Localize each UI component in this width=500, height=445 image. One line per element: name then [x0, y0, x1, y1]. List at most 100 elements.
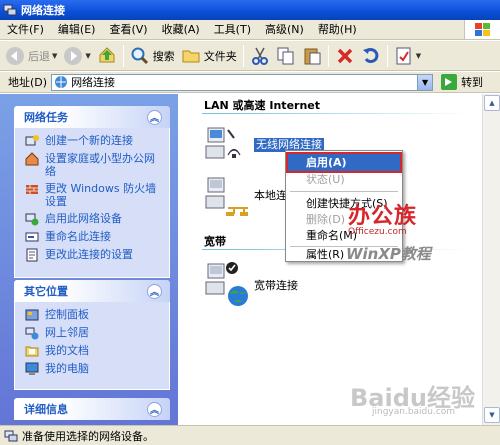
- place-control-panel[interactable]: 控制面板: [25, 308, 165, 322]
- forward-button[interactable]: ▼: [60, 43, 93, 69]
- views-icon: [396, 47, 411, 64]
- broadband-connection-item[interactable]: [204, 260, 252, 311]
- ctx-enable[interactable]: 启用(A): [286, 152, 402, 173]
- broadband-group-header: 宽带: [204, 235, 226, 248]
- other-places-list: 控制面板 网上邻居 我的文档 我的电脑: [14, 302, 170, 390]
- address-label: 地址(D): [8, 76, 48, 89]
- local-connection-label[interactable]: 本地连: [254, 187, 287, 203]
- home-network-icon: [25, 152, 39, 166]
- network-tasks-list: 创建一个新的连接 设置家庭或小型办公网络 更改 Windows 防火墙设置 启用…: [14, 128, 170, 278]
- task-firewall-settings[interactable]: 更改 Windows 防火墙设置: [25, 182, 165, 208]
- place-control-panel-label: 控制面板: [45, 308, 89, 321]
- go-button[interactable]: 转到: [441, 74, 483, 90]
- search-button[interactable]: 搜索: [127, 43, 178, 69]
- search-icon: [131, 47, 148, 64]
- wireless-network-icon: [205, 127, 241, 159]
- task-home-network[interactable]: 设置家庭或小型办公网络: [25, 152, 165, 178]
- copy-icon: [277, 47, 294, 64]
- other-places-title: 其它位置: [24, 285, 68, 298]
- menu-advanced[interactable]: 高级(N): [258, 20, 311, 40]
- undo-button[interactable]: [358, 43, 384, 69]
- xp-tutorial-watermark: WinXP教程: [346, 245, 431, 263]
- back-arrow-icon: [6, 46, 24, 65]
- go-arrow-icon: [441, 74, 458, 90]
- menu-view[interactable]: 查看(V): [102, 20, 154, 40]
- task-firewall-settings-label: 更改 Windows 防火墙设置: [45, 182, 157, 208]
- collapse-chevron-icon[interactable]: ︽: [147, 401, 162, 417]
- task-rename-connection-label: 重命名此连接: [45, 230, 111, 243]
- network-tasks-title: 网络任务: [24, 111, 68, 124]
- toolbar-separator: [386, 44, 388, 67]
- collapse-chevron-icon[interactable]: ︽: [147, 283, 162, 299]
- scroll-up-button[interactable]: ▲: [484, 95, 500, 111]
- delete-x-icon: [337, 48, 353, 63]
- chevron-down-icon: ▼: [415, 51, 422, 60]
- details-panel: 详细信息 ︽: [14, 398, 170, 420]
- wireless-connection-item[interactable]: [204, 124, 252, 167]
- toolbar-separator: [122, 44, 124, 67]
- copy-button[interactable]: [273, 43, 299, 69]
- address-bar: 地址(D) 网络连接 ▼ 转到: [0, 72, 500, 93]
- baidu-watermark-url: jingyan.baidu.com: [372, 407, 456, 417]
- up-arrow-icon: [99, 46, 115, 62]
- network-places-icon: [25, 327, 39, 340]
- enable-device-icon: [25, 213, 39, 226]
- network-connections-icon: [55, 76, 68, 88]
- undo-icon: [362, 47, 379, 63]
- window-title: 网络连接: [21, 4, 65, 17]
- network-status-icon: [4, 430, 18, 442]
- group-divider: [202, 113, 472, 114]
- task-rename-connection[interactable]: 重命名此连接: [25, 230, 165, 244]
- brand-watermark-text: 办公族: [348, 204, 418, 229]
- network-connections-icon: [3, 4, 17, 16]
- scroll-down-button[interactable]: ▼: [484, 407, 500, 423]
- paste-button[interactable]: [299, 43, 325, 69]
- local-network-icon: [205, 177, 248, 216]
- back-label: 后退: [28, 49, 50, 63]
- menu-file[interactable]: 文件(F): [0, 20, 51, 40]
- collapse-chevron-icon[interactable]: ︽: [147, 109, 162, 125]
- forward-arrow-icon: [64, 46, 83, 65]
- settings-page-icon: [26, 248, 38, 262]
- task-create-connection[interactable]: 创建一个新的连接: [25, 134, 165, 148]
- delete-button[interactable]: [332, 43, 358, 69]
- toolbar-separator: [242, 44, 244, 67]
- chevron-down-icon: ▼: [52, 51, 58, 60]
- firewall-icon: [26, 185, 38, 194]
- title-bar[interactable]: 网络连接: [0, 0, 500, 20]
- menu-help[interactable]: 帮助(H): [311, 20, 364, 40]
- menu-favorites[interactable]: 收藏(A): [155, 20, 207, 40]
- back-button[interactable]: 后退 ▼: [2, 43, 60, 69]
- other-places-header[interactable]: 其它位置 ︽: [14, 280, 170, 302]
- status-bar: 准备使用选择的网络设备。: [0, 425, 500, 445]
- vertical-scrollbar[interactable]: ▲ ▼: [482, 94, 500, 425]
- cut-button[interactable]: [247, 43, 273, 69]
- place-my-computer[interactable]: 我的电脑: [25, 362, 165, 376]
- task-pane: 网络任务 ︽ 创建一个新的连接 设置家庭或小型办公网络 更改 Windows 防…: [0, 94, 178, 425]
- place-network-neighborhood[interactable]: 网上邻居: [25, 326, 165, 340]
- menu-edit[interactable]: 编辑(E): [51, 20, 103, 40]
- task-change-settings-label: 更改此连接的设置: [45, 248, 133, 261]
- ctx-status[interactable]: 状态(U): [288, 171, 400, 188]
- up-folder-button[interactable]: [94, 43, 120, 69]
- go-label: 转到: [461, 76, 484, 89]
- broadband-connection-label[interactable]: 宽带连接: [254, 277, 298, 293]
- views-button[interactable]: ▼: [391, 43, 424, 69]
- address-dropdown-button[interactable]: ▼: [417, 74, 433, 90]
- address-input[interactable]: 网络连接 ▼: [51, 73, 434, 91]
- menu-tools[interactable]: 工具(T): [207, 20, 258, 40]
- folder-icon: [182, 50, 200, 62]
- standard-toolbar: 后退 ▼ ▼ 搜索 文件夹 ▼: [0, 41, 500, 71]
- my-computer-icon: [25, 362, 39, 375]
- network-tasks-panel: 网络任务 ︽ 创建一个新的连接 设置家庭或小型办公网络 更改 Windows 防…: [14, 106, 170, 278]
- task-change-settings[interactable]: 更改此连接的设置: [25, 248, 165, 262]
- folders-button[interactable]: 文件夹: [178, 43, 240, 69]
- local-connection-item[interactable]: [204, 176, 252, 221]
- task-enable-device[interactable]: 启用此网络设备: [25, 212, 165, 226]
- menu-bar: 文件(F) 编辑(E) 查看(V) 收藏(A) 工具(T) 高级(N) 帮助(H…: [0, 20, 500, 40]
- place-my-documents[interactable]: 我的文档: [25, 344, 165, 358]
- search-label: 搜索: [152, 49, 175, 63]
- toolbar-separator: [327, 44, 329, 67]
- network-tasks-header[interactable]: 网络任务 ︽: [14, 106, 170, 128]
- details-header[interactable]: 详细信息 ︽: [14, 398, 170, 420]
